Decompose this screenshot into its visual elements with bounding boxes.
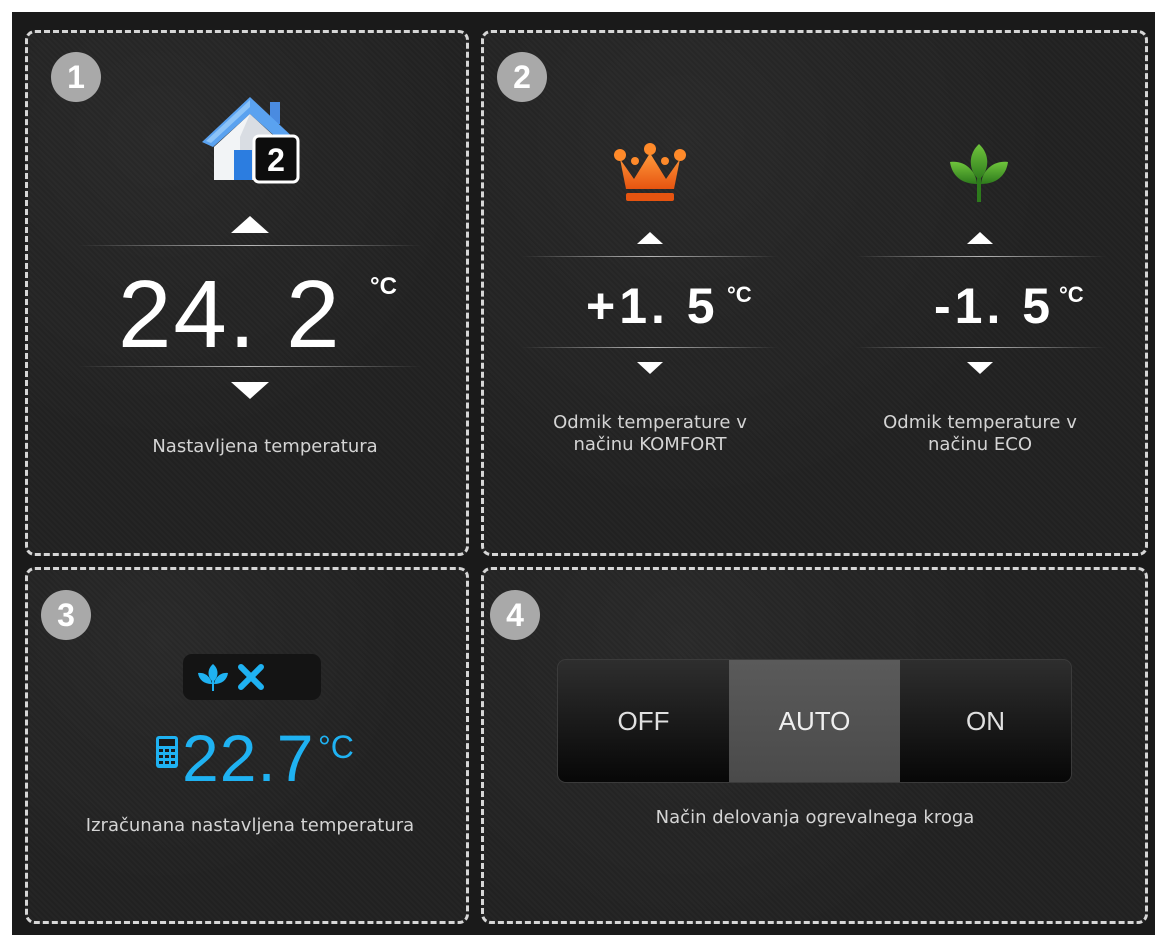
calculator-icon (155, 735, 179, 769)
circuit-number: 2 (267, 141, 285, 178)
mode-off-button[interactable]: OFF (558, 660, 729, 782)
temperature-unit: °C (370, 273, 397, 300)
label-line: načinu ECO (928, 434, 1032, 455)
eco-offset-value: -1. 5 (934, 278, 1055, 334)
calculated-temperature-label: Izračunana nastavljena temperatura (85, 815, 415, 836)
house-circuit-icon: 2 (200, 92, 300, 186)
operating-mode-label: Način delovanja ogrevalnega kroga (655, 807, 975, 828)
decrease-comfort-offset-button[interactable] (637, 362, 663, 374)
increase-eco-offset-button[interactable] (967, 232, 993, 244)
panel-number-badge: 3 (41, 590, 91, 640)
divider (78, 366, 422, 367)
leaf-icon (944, 140, 1014, 206)
mode-auto-button[interactable]: AUTO (729, 660, 900, 782)
divider (78, 245, 422, 246)
disabled-x-icon (237, 663, 265, 691)
mode-on-button[interactable]: ON (900, 660, 1071, 782)
decrease-temperature-button[interactable] (231, 382, 269, 399)
divider (522, 256, 778, 257)
label-line: Odmik temperature v (883, 412, 1077, 433)
eco-offset-label: Odmik temperature v načinu ECO (830, 412, 1130, 456)
divider (522, 347, 778, 348)
temperature-unit: °C (727, 282, 752, 307)
crown-icon (614, 141, 686, 205)
comfort-offset-value: +1. 5 (586, 278, 719, 334)
set-temperature-label: Nastavljena temperatura (152, 436, 378, 457)
set-temperature-value: 24. 2 (118, 261, 342, 368)
temperature-unit: °C (1059, 282, 1084, 307)
eco-leaf-icon (196, 662, 230, 692)
label-line: Odmik temperature v (553, 412, 747, 433)
panel-number-badge: 4 (490, 590, 540, 640)
mode-segmented-control: OFF AUTO ON (558, 660, 1071, 782)
divider (856, 347, 1106, 348)
temperature-unit: °C (318, 729, 354, 765)
comfort-offset-label: Odmik temperature v načinu KOMFORT (500, 412, 800, 456)
increase-comfort-offset-button[interactable] (637, 232, 663, 244)
label-line: načinu KOMFORT (573, 434, 727, 455)
panel-number-badge: 2 (497, 52, 547, 102)
increase-temperature-button[interactable] (231, 216, 269, 233)
decrease-eco-offset-button[interactable] (967, 362, 993, 374)
calculated-temperature-value: 22.7 (182, 721, 315, 795)
panel-number-badge: 1 (51, 52, 101, 102)
divider (856, 256, 1106, 257)
